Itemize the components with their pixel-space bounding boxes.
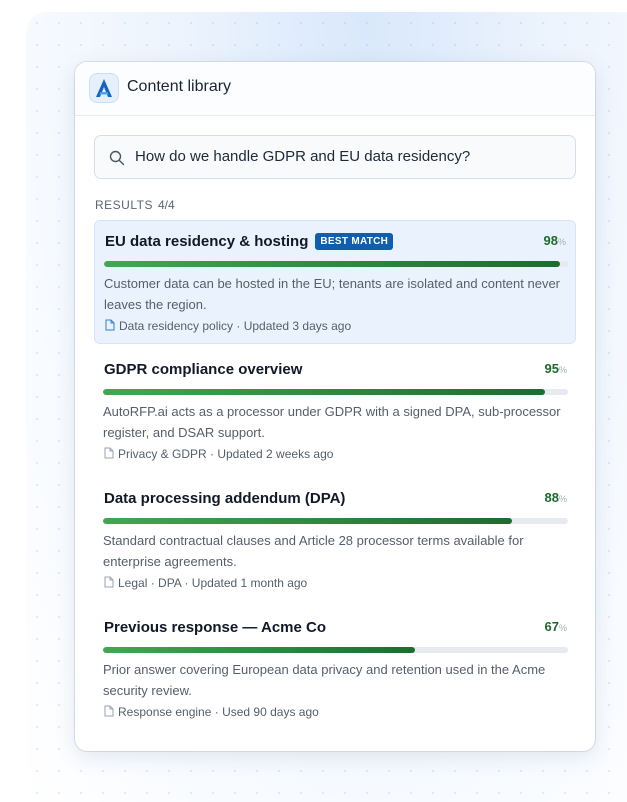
document-icon [105,319,115,331]
result-score: 98% [543,233,566,248]
result-meta: Response engine · Used 90 days ago [104,705,319,719]
result-meta: Privacy & GDPR · Updated 2 weeks ago [104,447,333,461]
results-header: RESULTS 4/4 [95,198,175,212]
content-library-card: Content library How do we handle GDPR an… [75,62,595,751]
score-bar-fill [104,261,560,267]
search-icon [109,150,125,166]
best-match-badge: BEST MATCH [315,233,394,250]
result-title: Data processing addendum (DPA) [104,490,346,507]
result-title: Previous response — Acme Co [104,619,327,636]
result-item[interactable]: Data processing addendum (DPA) 88% Stand… [94,478,576,602]
score-bar-fill [103,647,415,653]
result-meta: Legal · DPA · Updated 1 month ago [104,576,307,590]
result-description: AutoRFP.ai acts as a processor under GDP… [103,404,561,440]
document-icon [104,705,114,717]
result-score: 88% [544,490,567,505]
result-score: 95% [544,361,567,376]
card-header: Content library [75,62,595,116]
result-score: 67% [544,619,567,634]
result-title: EU data residency & hosting BEST MATCH [105,233,394,250]
result-meta: Data residency policy · Updated 3 days a… [105,319,351,333]
search-query[interactable]: How do we handle GDPR and EU data reside… [135,148,470,165]
result-description: Customer data can be hosted in the EU; t… [104,276,561,312]
score-bar [103,518,568,524]
result-item[interactable]: Previous response — Acme Co 67% Prior an… [94,607,576,731]
result-description: Prior answer covering European data priv… [103,662,546,698]
result-description: Standard contractual clauses and Article… [103,533,524,569]
score-bar [103,389,568,395]
score-bar [103,647,568,653]
results-count: 4/4 [157,198,175,212]
result-item[interactable]: GDPR compliance overview 95% AutoRFP.ai … [94,349,576,473]
score-bar-fill [103,518,513,524]
results-label: RESULTS [95,198,153,212]
document-icon [104,576,114,588]
result-item[interactable]: EU data residency & hosting BEST MATCH 98… [94,220,576,344]
document-icon [104,447,114,459]
score-bar [104,261,569,267]
search-input[interactable]: How do we handle GDPR and EU data reside… [94,135,576,179]
autorfp-logo-icon [89,73,119,103]
result-title: GDPR compliance overview [104,361,303,378]
score-bar-fill [103,389,545,395]
page-title: Content library [127,78,232,95]
